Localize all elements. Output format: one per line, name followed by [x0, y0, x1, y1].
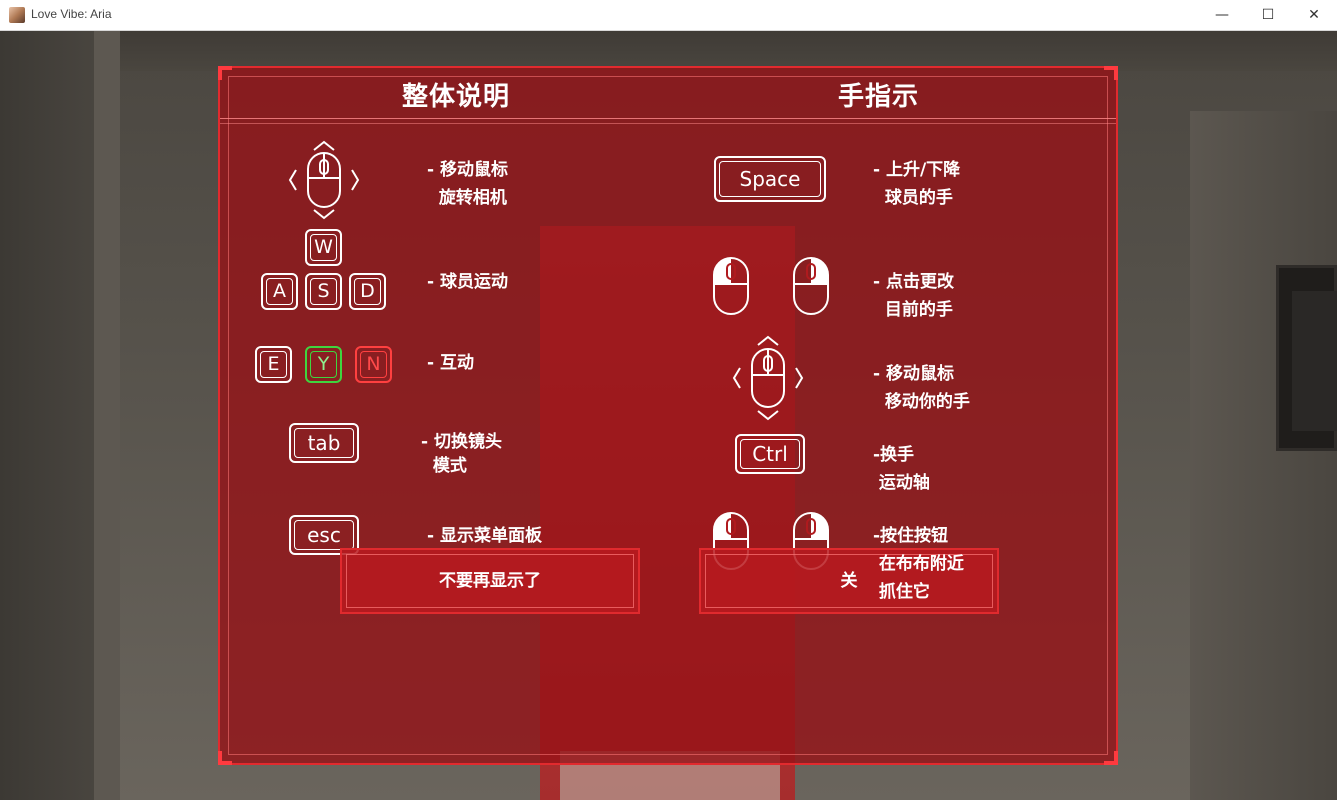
panel-corner — [218, 66, 232, 80]
app-icon — [9, 7, 25, 23]
panel-corner — [1104, 751, 1118, 765]
panel-inner-border — [228, 76, 1108, 755]
window-title: Love Vibe: Aria — [31, 7, 112, 21]
scene-ceiling — [0, 31, 1337, 71]
scene-left-edge — [94, 31, 120, 800]
raise-lower-hand-text: - 上升/下降 球员的手 — [873, 160, 961, 208]
controls-help-panel: 整体说明 手指示 - 移动鼠标 旋转相机 W A S D - 球员运动 E Y … — [218, 66, 1118, 765]
w-key: W — [305, 229, 342, 266]
move-hand-text: - 移动鼠标 移动你的手 — [873, 364, 970, 412]
close-window-button[interactable]: ✕ — [1291, 0, 1337, 31]
header-divider — [220, 123, 1116, 124]
show-menu-text: - 显示菜单面板 — [427, 526, 542, 546]
mouse-move-icon — [288, 140, 360, 220]
window-titlebar: Love Vibe: Aria — ☐ ✕ — [0, 0, 1337, 31]
player-movement-text: - 球员运动 — [427, 272, 508, 292]
d-key: D — [349, 273, 386, 310]
panel-corner — [218, 751, 232, 765]
n-key: N — [355, 346, 392, 383]
dont-show-again-button[interactable]: 不要再显示了 — [340, 548, 640, 614]
click-change-hand-text: - 点击更改 目前的手 — [873, 272, 954, 320]
ctrl-key: Ctrl — [735, 434, 805, 474]
maximize-button[interactable]: ☐ — [1245, 0, 1291, 31]
hand-instructions-heading: 手指示 — [838, 82, 920, 112]
a-key: A — [261, 273, 298, 310]
space-key: Space — [714, 156, 826, 202]
scene-picture-inner — [1292, 291, 1337, 431]
minimize-button[interactable]: — — [1199, 0, 1245, 31]
right-click-mouse-icon — [793, 257, 829, 315]
switch-axis-text: -换手 运动轴 — [873, 445, 930, 493]
header-divider — [220, 118, 1116, 119]
switch-camera-text: - 切换镜头 模式 — [421, 432, 502, 476]
mouse-move-camera-text: - 移动鼠标 旋转相机 — [427, 160, 508, 208]
tab-key: tab — [289, 423, 359, 463]
panel-corner — [1104, 66, 1118, 80]
scene-right-wall — [1190, 111, 1337, 800]
y-key: Y — [305, 346, 342, 383]
e-key: E — [255, 346, 292, 383]
left-click-mouse-icon — [713, 257, 749, 315]
s-key: S — [305, 273, 342, 310]
mouse-move-icon — [732, 335, 804, 421]
general-instructions-heading: 整体说明 — [402, 82, 511, 112]
hold-grab-text: -按住按钮 在布布附近 抓住它 — [873, 526, 964, 602]
interact-text: - 互动 — [427, 353, 474, 373]
